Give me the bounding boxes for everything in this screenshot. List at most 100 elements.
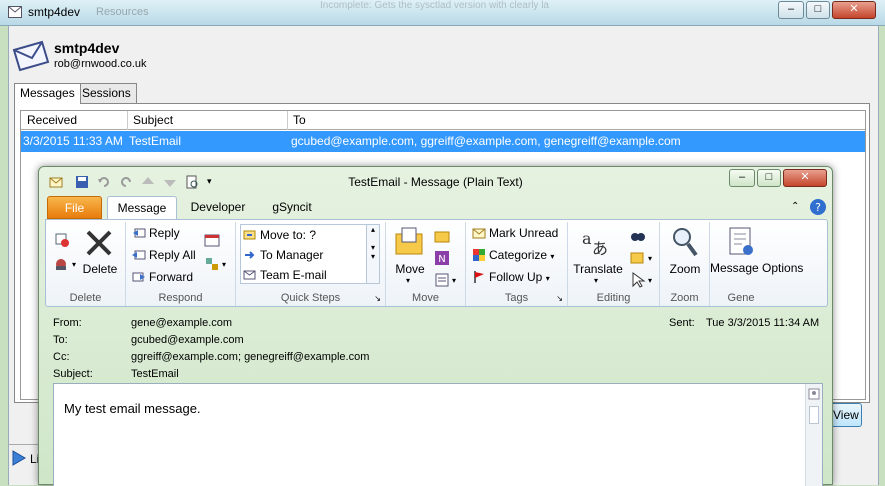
msg-maximize-button[interactable]: □ [757,169,781,187]
message-window-title: TestEmail - Message (Plain Text) [348,175,523,189]
meeting-icon[interactable] [204,232,220,248]
find-icon[interactable] [630,228,646,244]
mark-unread-icon [472,228,486,239]
msg-minimize-button[interactable]: – [729,169,755,187]
group-label-editing: Editing [596,292,631,304]
scroll-thumb[interactable] [809,406,819,424]
group-delete: ▾ Delete Delete [46,222,126,306]
from-value[interactable]: gene@example.com [131,317,232,329]
more-respond-icon[interactable] [204,256,220,272]
msg-close-button[interactable]: ✕ [783,169,827,187]
svg-text:あ: あ [592,239,608,258]
flag-icon [474,271,484,283]
quick-steps-gallery[interactable]: Move to: ? To Manager Team E-mail ▴ ▾ ▾ [240,224,380,284]
cc-value[interactable]: ggreiff@example.com; genegreiff@example.… [131,351,369,363]
app-name: smtp4dev [54,40,120,56]
ghost-tab: Resources [96,6,149,18]
message-body[interactable]: My test email message. [53,383,823,486]
mark-unread-button[interactable]: Mark Unread [472,226,558,240]
column-received[interactable]: Received [27,113,77,127]
group-editing: aあ Translate ▾ ▾ ▾ Editing [568,222,660,306]
group-move: Move ▾ N ▾ Move [386,222,466,306]
message-window: ▾ TestEmail - Message (Plain Text) – □ ✕… [38,166,833,486]
categorize-label: Categorize [489,248,548,262]
magnifier-icon[interactable] [670,226,700,258]
team-email-icon [243,270,256,280]
group-quick-steps: Move to: ? To Manager Team E-mail ▴ ▾ ▾ ↘ … [236,222,386,306]
categorize-button[interactable]: Categorize ▾ [472,248,554,262]
sent-label: Sent: [669,317,695,329]
reply-button[interactable]: Reply [132,226,180,240]
quick-step-move[interactable]: Move to: ? [243,228,316,242]
translate-button[interactable]: Translate [570,262,626,276]
onenote-icon[interactable]: N [434,250,450,266]
tab-developer[interactable]: Developer [183,196,253,219]
quick-step-team-email[interactable]: Team E-mail [243,268,327,282]
reply-all-button[interactable]: Reply All [132,248,196,262]
message-header: From: gene@example.com To: gcubed@exampl… [45,311,828,383]
reply-all-icon [132,250,146,260]
tab-gsyncit[interactable]: gSyncit [257,196,327,219]
maximize-button[interactable]: □ [806,1,830,19]
table-row[interactable]: 3/3/2015 11:33 AM TestEmail gcubed@examp… [21,131,865,152]
quick-step-label: To Manager [260,248,324,262]
ignore-icon[interactable] [54,232,70,248]
junk-icon[interactable] [54,256,70,272]
quick-step-label: Move to: ? [260,228,317,242]
window-title: smtp4dev [28,5,81,19]
delete-button[interactable]: Delete [82,262,118,276]
svg-text:?: ? [815,201,821,214]
group-gene: Message Options Gene [710,222,803,306]
from-label: From: [53,317,82,329]
play-icon[interactable] [12,450,26,466]
reply-all-label: Reply All [149,248,196,262]
message-body-text: My test email message. [64,401,201,416]
ghost-text: Incomplete: Gets the sysctlad version wi… [320,0,549,10]
forward-icon [132,272,145,282]
move-folder-icon[interactable] [394,226,426,258]
group-zoom: Zoom Zoom [660,222,710,306]
svg-text:a: a [582,229,592,248]
collapse-ribbon-icon[interactable]: ⌃ [791,201,799,212]
people-pane-icon[interactable] [808,388,820,400]
row-received: 3/3/2015 11:33 AM [23,134,123,148]
categorize-icon [473,249,485,261]
tab-messages[interactable]: Messages [14,83,81,104]
reply-label: Reply [149,226,180,240]
select-cursor-icon[interactable] [630,272,646,288]
group-label-move: Move [412,292,439,304]
message-options-button[interactable]: Message Options [710,262,803,275]
svg-text:N: N [438,254,445,265]
actions-icon[interactable] [434,272,450,288]
translate-icon[interactable]: aあ [580,226,612,258]
row-subject: TestEmail [129,134,182,148]
follow-up-button[interactable]: Follow Up ▾ [472,270,550,284]
message-options-icon[interactable] [726,226,756,258]
minimize-button[interactable]: – [778,1,804,19]
follow-up-label: Follow Up [489,270,543,284]
quick-steps-scroll[interactable]: ▴ ▾ ▾ [366,225,379,283]
forward-button[interactable]: Forward [132,270,193,284]
delete-x-icon[interactable] [84,228,114,258]
tab-sessions[interactable]: Sessions [76,83,137,103]
group-label-zoom: Zoom [670,292,699,304]
zoom-button[interactable]: Zoom [660,262,710,276]
smtp4dev-titlebar: smtp4dev Resources Incomplete: Gets the … [0,0,885,26]
help-icon[interactable]: ? [809,198,827,216]
tab-message[interactable]: Message [107,196,177,219]
cc-label: Cc: [53,351,70,363]
body-scrollbar[interactable] [805,384,822,486]
tab-file[interactable]: File [47,196,102,219]
move-button[interactable]: Move [390,262,430,276]
quick-step-to-manager[interactable]: To Manager [243,248,323,262]
related-icon[interactable] [630,250,646,266]
close-button[interactable]: ✕ [832,1,876,19]
column-subject[interactable]: Subject [133,113,173,127]
account-address: rob@rnwood.co.uk [54,58,147,70]
column-to[interactable]: To [293,113,306,127]
rules-icon[interactable] [434,228,450,244]
message-titlebar: ▾ TestEmail - Message (Plain Text) – □ ✕ [39,167,832,195]
subject-value: TestEmail [131,368,179,380]
to-label: To: [53,334,68,346]
to-value[interactable]: gcubed@example.com [131,334,244,346]
